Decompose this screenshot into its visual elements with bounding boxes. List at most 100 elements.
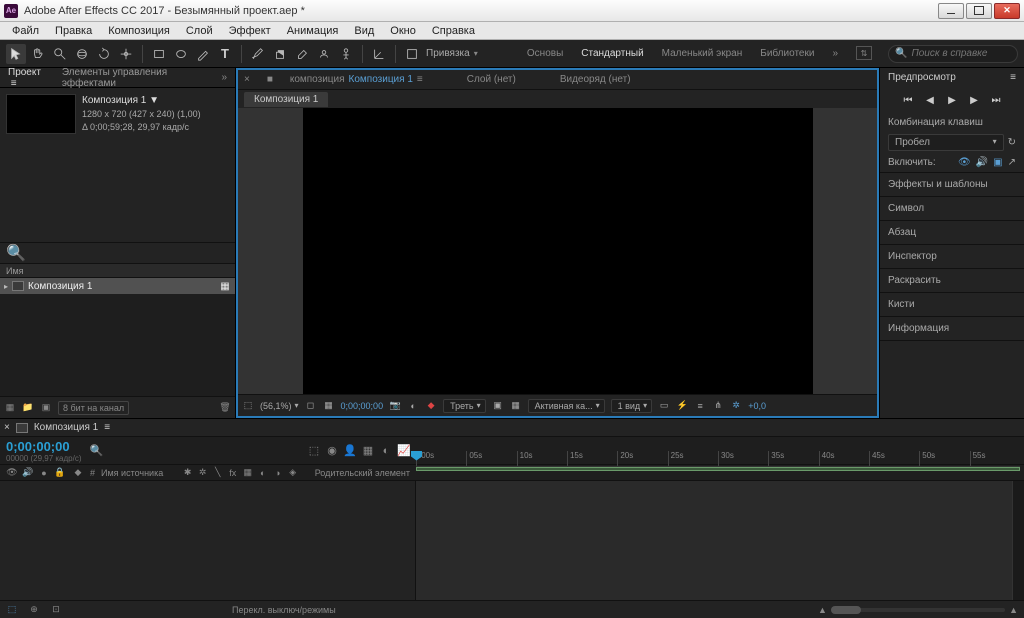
project-column-header[interactable]: Имя — [0, 264, 235, 278]
fx-switch-icon[interactable]: fx — [227, 467, 239, 479]
menu-layer[interactable]: Слой — [178, 23, 221, 39]
parent-col[interactable]: Родительский элемент — [315, 468, 410, 478]
comp-name[interactable]: Композиция 1 ▼ — [82, 94, 201, 108]
composition-canvas[interactable] — [303, 108, 813, 394]
viewer-tab-footage[interactable]: Видеоряд (нет) — [560, 74, 631, 85]
help-search-input[interactable] — [911, 48, 1011, 59]
maximize-button[interactable] — [966, 3, 992, 19]
new-comp-icon[interactable]: ▣ — [40, 402, 52, 414]
viewer-tab-layer[interactable]: Слой (нет) — [467, 74, 516, 85]
exposure-value[interactable]: +0,0 — [748, 401, 766, 411]
collapse-switch-icon[interactable]: ✲ — [197, 467, 209, 479]
panel-info[interactable]: Информация — [880, 317, 1024, 341]
motion-blur-icon[interactable]: ◐ — [380, 445, 392, 457]
next-frame-button[interactable]: ▶ — [967, 93, 981, 107]
snap-dropdown-icon[interactable]: ▾ — [474, 49, 478, 58]
include-cache-icon[interactable]: ↗ — [1008, 157, 1016, 168]
menu-composition[interactable]: Композиция — [100, 23, 178, 39]
viewer-canvas-area[interactable] — [238, 108, 877, 394]
eraser-tool[interactable] — [292, 44, 312, 64]
toggle-transparency-icon[interactable]: ▦ — [323, 400, 335, 412]
zoom-out-icon[interactable]: ▲ — [818, 605, 827, 615]
zoom-in-icon[interactable]: ⊕ — [28, 604, 40, 616]
region-icon[interactable]: ▣ — [492, 400, 504, 412]
workspace-small[interactable]: Маленький экран — [662, 46, 743, 61]
viewer-lock-icon[interactable]: ■ — [264, 74, 276, 86]
viewer-close-icon[interactable]: × — [244, 74, 250, 85]
timeline-layer-list[interactable] — [0, 481, 416, 600]
include-video-icon[interactable]: 👁 — [958, 157, 971, 168]
label-col-icon[interactable]: ◆ — [72, 467, 84, 479]
panel-paragraph[interactable]: Абзац — [880, 221, 1024, 245]
panel-paint[interactable]: Раскрасить — [880, 269, 1024, 293]
fast-preview-icon[interactable]: ⚡ — [676, 400, 688, 412]
new-folder-icon[interactable]: 📁 — [22, 402, 34, 414]
index-col[interactable]: # — [90, 468, 95, 478]
timeline-search[interactable]: 🔍 — [90, 444, 300, 457]
timeline-tab-menu-icon[interactable]: ≡ — [104, 422, 110, 433]
close-button[interactable] — [994, 3, 1020, 19]
workspace-sync-icon[interactable]: ⇅ — [856, 46, 872, 60]
3d-switch-icon[interactable]: ◈ — [287, 467, 299, 479]
shortcut-dropdown[interactable]: Пробел ▾ — [888, 134, 1004, 151]
timeline-icon[interactable]: ≡ — [694, 400, 706, 412]
show-channel-icon[interactable]: ◐ — [407, 400, 419, 412]
rotate-tool[interactable] — [94, 44, 114, 64]
expand-icon[interactable]: ⊡ — [50, 604, 62, 616]
flowchart-icon[interactable]: ⋔ — [712, 400, 724, 412]
menu-edit[interactable]: Правка — [47, 23, 100, 39]
grid-icon[interactable]: ▦ — [510, 400, 522, 412]
orbit-tool[interactable] — [72, 44, 92, 64]
panel-character[interactable]: Символ — [880, 197, 1024, 221]
views-dropdown[interactable]: 1 вид ▾ — [611, 399, 653, 413]
first-frame-button[interactable]: ⏮ — [901, 93, 915, 107]
project-search-input[interactable] — [30, 248, 229, 259]
include-overlays-icon[interactable]: ▣ — [993, 157, 1002, 168]
work-area-bar[interactable] — [416, 467, 1020, 471]
toggle-modes-button[interactable]: Перекл. выключ/режимы — [232, 605, 336, 615]
camera-dropdown[interactable]: Активная ка... ▾ — [528, 399, 605, 413]
bpc-button[interactable]: 8 бит на канал — [58, 401, 129, 415]
graph-editor-icon[interactable]: 📈 — [398, 445, 410, 457]
panel-tracker[interactable]: Инспектор — [880, 245, 1024, 269]
puppet-tool[interactable] — [336, 44, 356, 64]
frame-blend-icon[interactable]: ▦ — [362, 445, 374, 457]
clone-tool[interactable] — [270, 44, 290, 64]
roto-tool[interactable] — [314, 44, 334, 64]
menu-effect[interactable]: Эффект — [221, 23, 279, 39]
audio-col-icon[interactable]: 🔊 — [22, 467, 34, 479]
panel-effects[interactable]: Эффекты и шаблоны — [880, 173, 1024, 197]
solo-col-icon[interactable]: ● — [38, 467, 50, 479]
zoom-dropdown[interactable]: (56,1%) ▾ — [260, 401, 299, 411]
workspace-essentials[interactable]: Основы — [527, 46, 563, 61]
workspace-libraries[interactable]: Библиотеки — [760, 46, 814, 61]
adjustment-switch-icon[interactable]: ◑ — [272, 467, 284, 479]
timeline-track-area[interactable] — [416, 481, 1024, 600]
menu-help[interactable]: Справка — [424, 23, 483, 39]
color-mgmt-icon[interactable]: ◆ — [425, 400, 437, 412]
twirl-icon[interactable]: ▸ — [4, 282, 8, 291]
shy-switch-icon[interactable]: ✱ — [182, 467, 194, 479]
zoom-tool[interactable] — [50, 44, 70, 64]
pen-tool[interactable] — [193, 44, 213, 64]
quality-switch-icon[interactable]: ╲ — [212, 467, 224, 479]
vertical-scrollbar[interactable] — [1012, 481, 1024, 600]
selection-tool[interactable] — [6, 44, 26, 64]
help-search[interactable]: 🔍 — [888, 45, 1018, 63]
timeline-timecode[interactable]: 0;00;00;00 — [6, 439, 82, 454]
timeline-tab[interactable]: Композиция 1 — [34, 422, 98, 433]
delete-icon[interactable]: 🗑 — [219, 402, 231, 414]
menu-view[interactable]: Вид — [346, 23, 382, 39]
interpret-footage-icon[interactable]: ▦ — [4, 402, 16, 414]
snapshot-icon[interactable]: 📷 — [389, 400, 401, 412]
lock-col-icon[interactable]: 🔒 — [54, 467, 66, 479]
preview-panel-header[interactable]: Предпросмотр ≡ — [880, 68, 1024, 87]
project-empty-area[interactable] — [0, 294, 235, 396]
search-icon[interactable]: 🔍 — [6, 243, 26, 263]
toggle-switches-icon[interactable]: ⬚ — [6, 604, 18, 616]
comp-thumbnail[interactable] — [6, 94, 76, 134]
source-name-col[interactable]: Имя источника — [101, 468, 163, 478]
workspace-more-icon[interactable]: » — [832, 46, 838, 61]
motionblur-switch-icon[interactable]: ◐ — [257, 467, 269, 479]
last-frame-button[interactable]: ⏭ — [989, 93, 1003, 107]
